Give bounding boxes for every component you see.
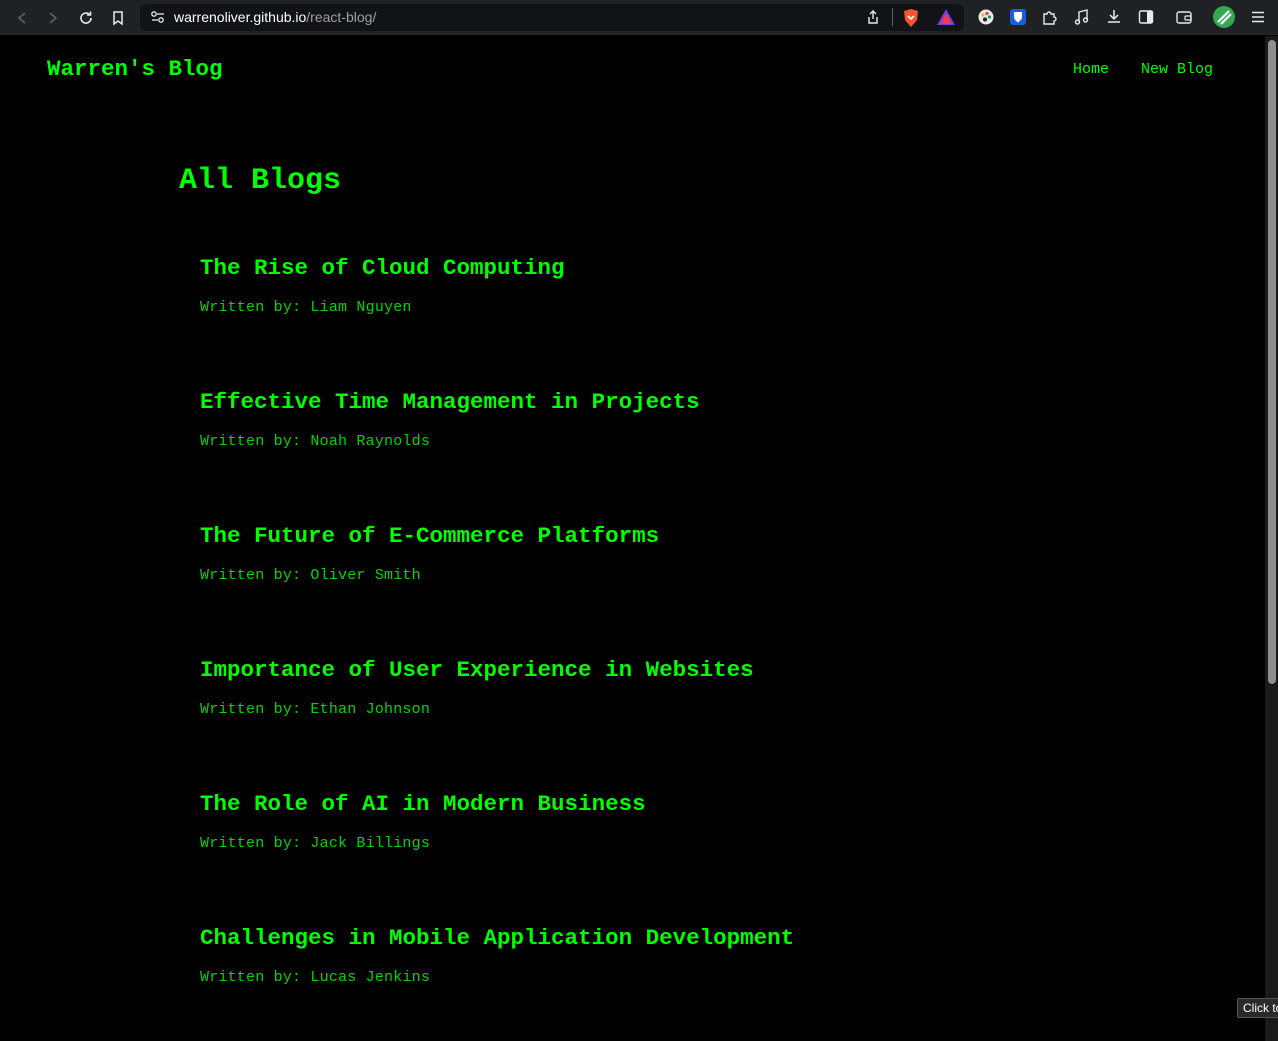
blog-title-link[interactable]: Effective Time Management in Projects [200, 389, 700, 415]
blog-title-link[interactable]: Challenges in Mobile Application Develop… [200, 925, 794, 951]
back-icon[interactable] [12, 8, 32, 28]
blog-preview[interactable]: The Rise of Cloud Computing Written by: … [200, 255, 565, 316]
blog-author: Written by: Oliver Smith [200, 567, 421, 584]
profile-avatar-icon[interactable] [1212, 5, 1236, 29]
page-viewport: Warren's Blog Home New Blog All Blogs Th… [1, 36, 1265, 1041]
menu-icon[interactable] [1248, 7, 1268, 27]
download-icon[interactable] [1104, 7, 1124, 27]
address-bar[interactable]: warrenoliver.github.io/react-blog/ [140, 4, 964, 31]
tooltip: Click to [1237, 998, 1278, 1018]
palette-extension-icon[interactable] [976, 7, 996, 27]
blog-author: Written by: Ethan Johnson [200, 701, 431, 718]
blog-title-link[interactable]: The Role of AI in Modern Business [200, 791, 646, 817]
blog-author: Written by: Noah Raynolds [200, 433, 431, 450]
urlbar-divider [892, 8, 893, 26]
blog-title-link[interactable]: Importance of User Experience in Website… [200, 657, 754, 683]
bitwarden-icon[interactable] [1008, 7, 1028, 27]
blog-author: Written by: Jack Billings [200, 835, 431, 852]
nav-home-link[interactable]: Home [1073, 61, 1109, 78]
scrollbar-thumb[interactable] [1268, 40, 1276, 684]
share-icon[interactable] [866, 9, 880, 30]
blog-title-link[interactable]: The Future of E-Commerce Platforms [200, 523, 659, 549]
url-host: warrenoliver.github.io [174, 9, 307, 25]
extensions-puzzle-icon[interactable] [1040, 7, 1060, 27]
url-path: /react-blog/ [306, 9, 377, 25]
forward-icon[interactable] [43, 8, 63, 28]
blog-preview[interactable]: The Role of AI in Modern Business Writte… [200, 791, 646, 852]
blog-preview[interactable]: Challenges in Mobile Application Develop… [200, 925, 794, 986]
page-title: All Blogs [179, 164, 342, 198]
blog-preview[interactable]: Importance of User Experience in Website… [200, 657, 754, 718]
blog-preview[interactable]: The Future of E-Commerce Platforms Writt… [200, 523, 659, 584]
brave-shield-icon[interactable] [902, 8, 920, 33]
blog-title-link[interactable]: The Rise of Cloud Computing [200, 255, 565, 281]
site-title[interactable]: Warren's Blog [47, 56, 223, 82]
sidebar-icon[interactable] [1136, 7, 1156, 27]
blog-author: Written by: Lucas Jenkins [200, 969, 431, 986]
wallet-icon[interactable] [1174, 7, 1194, 27]
media-music-icon[interactable] [1072, 7, 1092, 27]
blog-preview[interactable]: Effective Time Management in Projects Wr… [200, 389, 700, 450]
reload-icon[interactable] [76, 8, 96, 28]
bookmark-icon[interactable] [108, 8, 128, 28]
brave-rewards-icon[interactable] [936, 8, 956, 31]
url-text[interactable]: warrenoliver.github.io/react-blog/ [174, 9, 376, 25]
browser-toolbar: warrenoliver.github.io/react-blog/ [0, 0, 1278, 35]
site-settings-icon[interactable] [150, 10, 166, 29]
nav-new-blog-link[interactable]: New Blog [1141, 61, 1213, 78]
blog-author: Written by: Liam Nguyen [200, 299, 412, 316]
